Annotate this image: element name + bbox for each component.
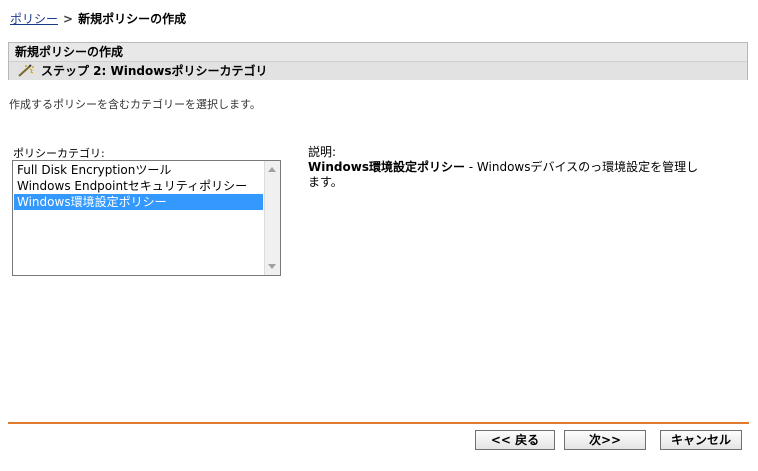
breadcrumb-current: 新規ポリシーの作成 <box>78 12 187 26</box>
list-item-windows-endpoint-security[interactable]: Windows Endpointセキュリティポリシー <box>14 178 263 194</box>
category-list-label: ポリシーカテゴリ: <box>13 147 105 160</box>
next-button[interactable]: 次>> <box>564 430 646 450</box>
wizard-wand-icon <box>17 64 35 78</box>
scroll-down-icon[interactable] <box>268 264 276 269</box>
listbox-scrollbar[interactable] <box>264 161 280 275</box>
scroll-up-icon[interactable] <box>268 167 276 172</box>
cancel-button[interactable]: キャンセル <box>660 430 742 450</box>
category-list-items: Full Disk Encryptionツール Windows Endpoint… <box>14 162 263 210</box>
step-title: ステップ 2: Windowsポリシーカテゴリ <box>41 64 268 78</box>
breadcrumb: ポリシー > 新規ポリシーの作成 <box>10 10 186 27</box>
footer-divider <box>8 422 749 424</box>
description-label: 説明: <box>308 145 337 159</box>
description-panel: 説明: Windows環境設定ポリシー - Windowsデバイスのっ環境設定を… <box>308 145 708 190</box>
description-policy-name: Windows環境設定ポリシー <box>308 160 465 174</box>
intro-text: 作成するポリシーを含むカテゴリーを選択します。 <box>9 98 261 111</box>
breadcrumb-link-policies[interactable]: ポリシー <box>10 12 58 26</box>
list-item-full-disk-encryption[interactable]: Full Disk Encryptionツール <box>14 162 263 178</box>
back-button[interactable]: << 戻る <box>475 430 555 450</box>
list-item-windows-configuration[interactable]: Windows環境設定ポリシー <box>14 194 263 210</box>
breadcrumb-separator: > <box>63 12 74 26</box>
step-title-row: ステップ 2: Windowsポリシーカテゴリ <box>9 61 747 80</box>
panel-title: 新規ポリシーの作成 <box>9 43 747 61</box>
wizard-panel-header: 新規ポリシーの作成 ステップ 2: Windowsポリシーカテゴリ <box>8 42 748 80</box>
category-listbox[interactable]: Full Disk Encryptionツール Windows Endpoint… <box>12 160 281 276</box>
